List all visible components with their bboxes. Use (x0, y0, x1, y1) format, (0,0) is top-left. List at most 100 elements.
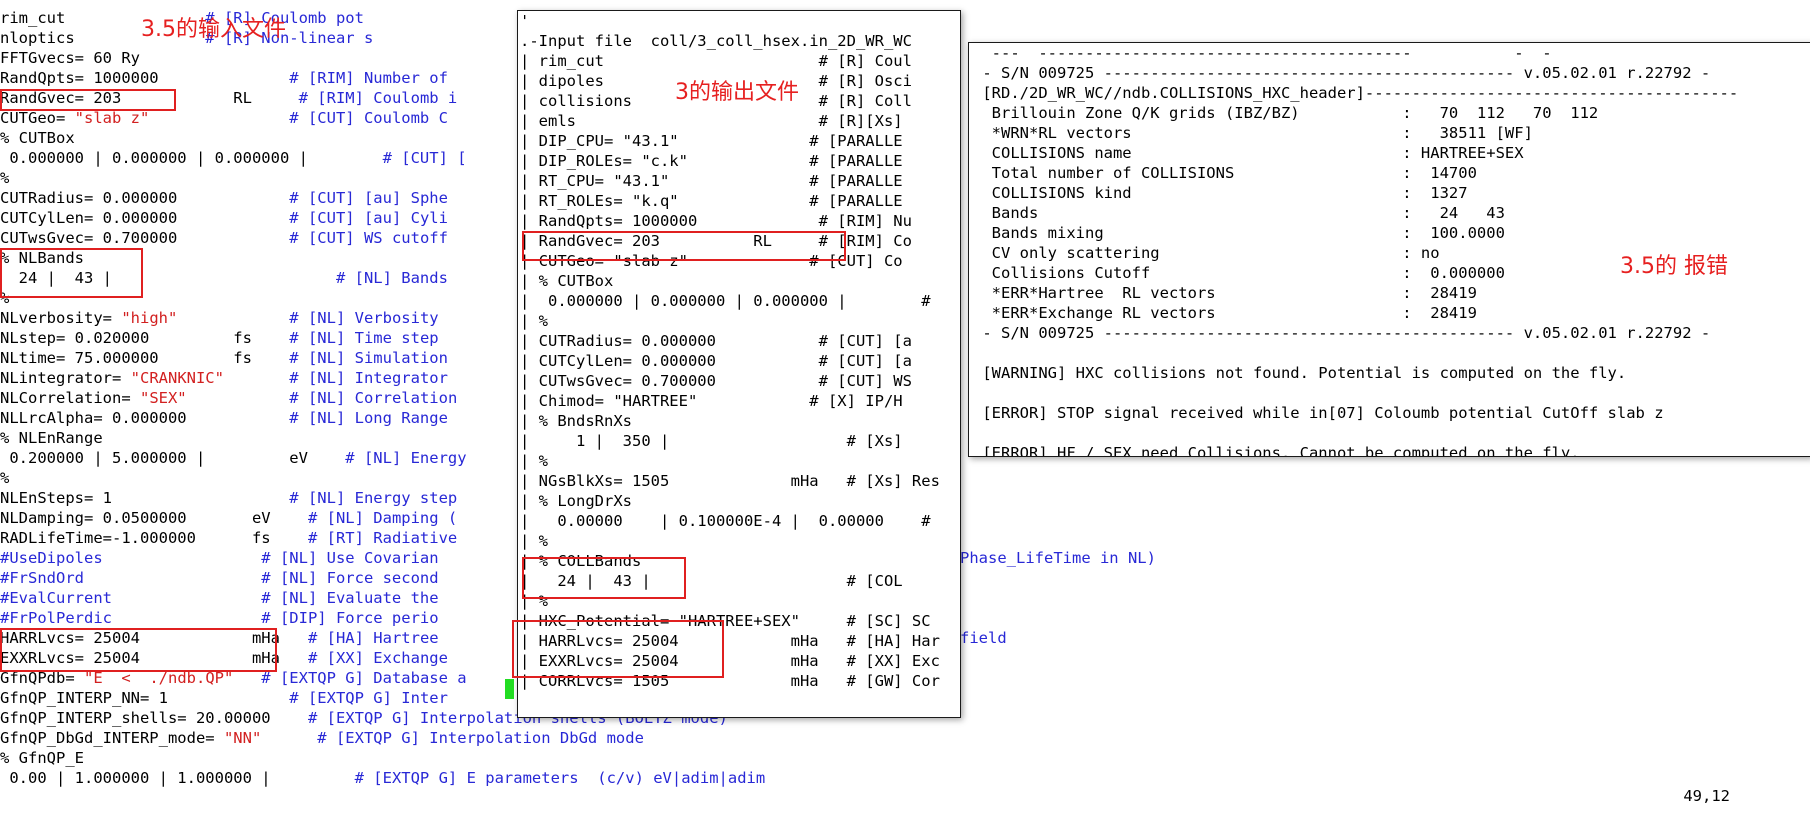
terminal-text: # [CUT] [a (818, 352, 912, 370)
terminal-text: *ERR*Exchange RL vectors : 28419 (973, 304, 1477, 322)
terminal-text: ' (520, 12, 530, 30)
highlight-randgvec-output (522, 231, 846, 261)
terminal-text: # [PARALLE (809, 152, 903, 170)
terminal-text: # [EXTQP G] E parameters (c/v) eV|adim|a… (270, 769, 766, 787)
highlight-rlvcs-input (0, 628, 277, 672)
terminal-text: # [NL] Correlation (186, 389, 458, 407)
terminal-line: ' (520, 11, 962, 31)
terminal-comment-fragment: Phase_LifeTime in NL) (960, 549, 1156, 567)
terminal-text: NLverbosity= (0, 309, 122, 327)
terminal-text: [WARNING] HXC collisions not found. Pote… (973, 364, 1627, 382)
terminal-text: "CRANKNIC" (130, 369, 224, 387)
terminal-line: Bands mixing : 100.0000 (973, 223, 1810, 243)
output-file-note: 3的输出文件 (675, 80, 799, 105)
terminal-text: | Chimod= "HARTREE" (520, 392, 810, 410)
error-note: 3.5的 报错 (1620, 254, 1728, 279)
terminal-line: .-Input file coll/3_coll_hsex.in_2D_WR_W… (520, 31, 962, 51)
terminal-line: | emls # [R][Xs] (520, 111, 962, 131)
terminal-text: # [R][Xs] (818, 112, 903, 130)
terminal-line: [ERROR] STOP signal received while in[07… (973, 403, 1810, 423)
terminal-line: | CUTCylLen= 0.000000 # [CUT] [a (520, 351, 962, 371)
terminal-text: # [CUT] [a (818, 332, 912, 350)
terminal-text: # [CUT] [au] Sphe (177, 189, 448, 207)
terminal-line: | % BndsRnXs (520, 411, 962, 431)
highlight-rlvcs-output (512, 620, 724, 678)
terminal-text: #FrSndOrd # [NL] Force second (0, 569, 439, 587)
terminal-line: | RT_CPU= "43.1" # [PARALLE (520, 171, 962, 191)
terminal-text: # [RIM] Nu (818, 212, 912, 230)
terminal-text: NLintegrator= (0, 369, 131, 387)
terminal-line: | % LongDrXs (520, 491, 962, 511)
terminal-text: NLEnSteps= 1 (0, 489, 112, 507)
terminal-line: | % (520, 311, 962, 331)
terminal-text: 0.200000 | 5.000000 | eV (0, 449, 308, 467)
terminal-text: % GfnQP_E (0, 749, 84, 767)
terminal-text: CV only scattering : no (973, 244, 1440, 262)
terminal-text: # [NL] Simulation (251, 349, 448, 367)
terminal-text: RADLifeTime=-1.000000 fs (0, 529, 271, 547)
terminal-line: | NGsBlkXs= 1505 mHa # [Xs] Res (520, 471, 962, 491)
terminal-text: # [CUT] Coulomb C (149, 109, 448, 127)
terminal-text: [ERROR] HF / SEX need Collisions. Cannot… (973, 444, 1580, 456)
highlight-randgvec-input (0, 89, 176, 111)
terminal-line: COLLISIONS name : HARTREE+SEX (973, 143, 1810, 163)
terminal-text: # [RIM] Number of (158, 69, 448, 87)
terminal-text: [ERROR] STOP signal received while in[07… (973, 404, 1664, 422)
terminal-text: | CUTwsGvec= 0.700000 (520, 372, 819, 390)
terminal-text: --- ------------------------------------… (973, 44, 1552, 62)
terminal-text: # [NL] Time step (251, 329, 439, 347)
terminal-text: CUTRadius= 0.000000 (0, 189, 178, 207)
terminal-line: | DIP_CPU= "43.1" # [PARALLE (520, 131, 962, 151)
terminal-line: | 0.00000 | 0.100000E-4 | 0.00000 # (520, 511, 962, 531)
terminal-text: | NGsBlkXs= 1505 mHa # [Xs] Res (520, 472, 940, 490)
terminal-cursor (505, 679, 514, 699)
terminal-line: | 1 | 350 | # [Xs] (520, 431, 962, 451)
terminal-text: | 0.000000 | 0.000000 | 0.000000 | # (520, 292, 931, 310)
terminal-text: # [RIM] Coulomb i (251, 89, 458, 107)
terminal-text: CUTCylLen= 0.000000 (0, 209, 178, 227)
terminal-line: *ERR*Hartree RL vectors : 28419 (973, 283, 1810, 303)
terminal-text: NLDamping= 0.0500000 eV (0, 509, 271, 527)
terminal-text: "slab z" (74, 109, 150, 127)
terminal-text: *WRN*RL vectors : 38511 [WF] (973, 124, 1533, 142)
terminal-text: Total number of COLLISIONS : 14700 (973, 164, 1477, 182)
terminal-text: COLLISIONS name : HARTREE+SEX (973, 144, 1524, 162)
terminal-text: NLCorrelation= (0, 389, 140, 407)
terminal-text: # [R] Coll (818, 92, 912, 110)
terminal-text: # [PARALLE (809, 132, 903, 150)
terminal-text: # [CUT] WS (818, 372, 912, 390)
terminal-line: | RT_ROLEs= "k.q" # [PARALLE (520, 191, 962, 211)
terminal-line: Brillouin Zone Q/K grids (IBZ/BZ) : 70 1… (973, 103, 1810, 123)
terminal-text: | DIP_ROLEs= "c.k" (520, 152, 810, 170)
terminal-text: # [NL] Verbosity (177, 309, 439, 327)
terminal-text: Collisions Cutoff : 0.000000 (973, 264, 1505, 282)
highlight-nlbands-input (0, 248, 143, 298)
terminal-text: Brillouin Zone Q/K grids (IBZ/BZ) : 70 1… (973, 104, 1599, 122)
terminal-text: | RandQpts= 1000000 (520, 212, 819, 230)
terminal-text: COLLISIONS kind : 1327 (973, 184, 1468, 202)
terminal-text: "high" (121, 309, 178, 327)
output-file-window[interactable]: ' .-Input file coll/3_coll_hsex.in_2D_WR_… (505, 10, 962, 718)
terminal-text: RandQpts= 1000000 (0, 69, 159, 87)
terminal-text: % NLEnRange (0, 429, 103, 447)
terminal-line: [RD./2D_WR_WC//ndb.COLLISIONS_HXC_header… (973, 83, 1810, 103)
terminal-text: | % BndsRnXs (520, 412, 632, 430)
terminal-line: | Chimod= "HARTREE" # [X] IP/H (520, 391, 962, 411)
terminal-line: COLLISIONS kind : 1327 (973, 183, 1810, 203)
terminal-text: # [PARALLE (809, 172, 903, 190)
terminal-text: GfnQP_DbGd_INTERP_mode= (0, 729, 224, 747)
terminal-line: | % CUTBox (520, 271, 962, 291)
terminal-line: [WARNING] HXC collisions not found. Pote… (973, 363, 1810, 383)
terminal-line: *WRN*RL vectors : 38511 [WF] (973, 123, 1810, 143)
highlight-collbands-output (522, 557, 686, 599)
terminal-text: *ERR*Hartree RL vectors : 28419 (973, 284, 1477, 302)
terminal-comment-fragment: field (960, 629, 1007, 647)
terminal-text: | % (520, 312, 548, 330)
terminal-text: | rim_cut (520, 52, 819, 70)
terminal-text: # [X] IP/H (809, 392, 903, 410)
terminal-text: | % (520, 452, 548, 470)
terminal-text: # [CUT] WS cutoff (177, 229, 448, 247)
